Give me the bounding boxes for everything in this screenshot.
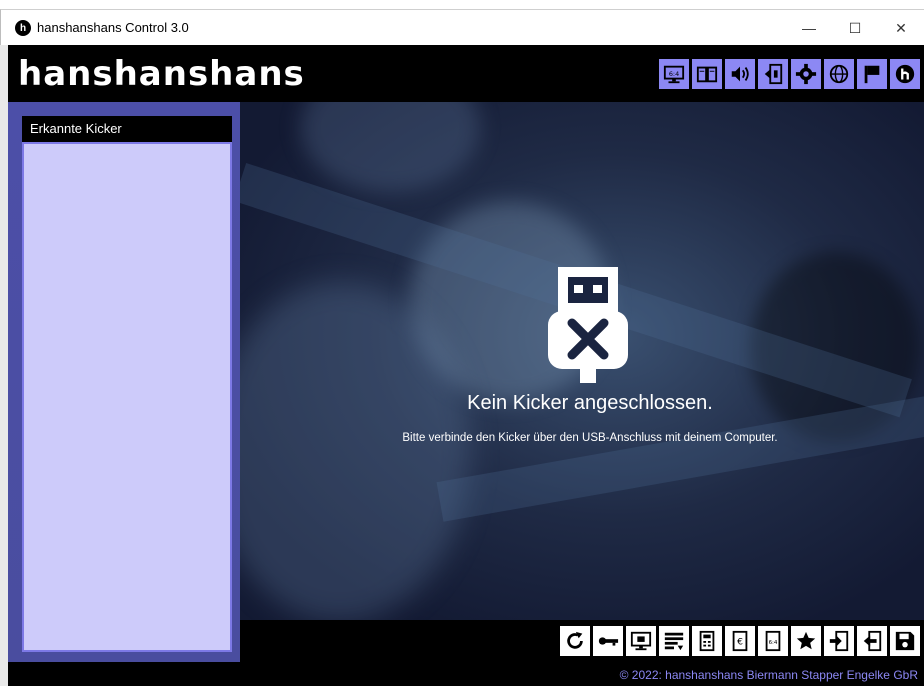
calculator-icon[interactable] [692,626,722,656]
bottom-toolbar: € 6:4 [560,626,920,656]
door-exit-icon[interactable] [758,59,788,89]
svg-text:6:4: 6:4 [769,640,778,646]
copyright-text: © 2022: hanshanshans Biermann Stapper En… [619,668,918,682]
globe-icon[interactable] [824,59,854,89]
scoreboard-icon[interactable]: 6:4 [659,59,689,89]
flag-icon[interactable] [857,59,887,89]
usb-disconnected-icon [548,267,628,383]
import-icon[interactable] [824,626,854,656]
svg-text:€: € [737,637,743,648]
window-title: hanshanshans Control 3.0 [37,20,189,35]
logo-h-icon[interactable] [890,59,920,89]
refresh-icon[interactable] [560,626,590,656]
sidebar: Erkannte Kicker [8,102,240,662]
no-kicker-instructions: Bitte verbinde den Kicker über den USB-A… [402,432,778,444]
footer: © 2022: hanshanshans Biermann Stapper En… [8,662,924,686]
svg-text:6:4: 6:4 [669,70,679,78]
detected-kicker-header: Erkannte Kicker [22,116,232,142]
maximize-button[interactable]: ☐ [832,10,878,46]
no-kicker-title: Kein Kicker angeschlossen. [467,392,713,414]
key-icon[interactable] [593,626,623,656]
app-logo-icon: h [15,20,31,36]
bottom-toolbar-bar: € 6:4 [240,620,924,662]
window-left-border [0,45,8,686]
monitor-icon[interactable] [626,626,656,656]
detected-kicker-list[interactable] [22,142,232,652]
gear-icon[interactable] [791,59,821,89]
book-icon[interactable] [692,59,722,89]
euro-device-icon[interactable]: € [725,626,755,656]
list-icon[interactable] [659,626,689,656]
star-icon[interactable] [791,626,821,656]
speaker-icon[interactable] [725,59,755,89]
top-toolbar: 6:4 [659,59,920,89]
export-icon[interactable] [857,626,887,656]
main-panel: Kein Kicker angeschlossen. Bitte verbind… [240,102,924,620]
brand-logo: hanshanshans [18,54,305,94]
minimize-button[interactable]: — [786,10,832,46]
score-device-icon[interactable]: 6:4 [758,626,788,656]
close-button[interactable]: ✕ [878,10,924,46]
app-header: hanshanshans 6:4 [8,45,924,102]
background-figure [300,102,480,192]
window-titlebar: h hanshanshans Control 3.0 — ☐ ✕ [0,9,924,45]
save-icon[interactable] [890,626,920,656]
